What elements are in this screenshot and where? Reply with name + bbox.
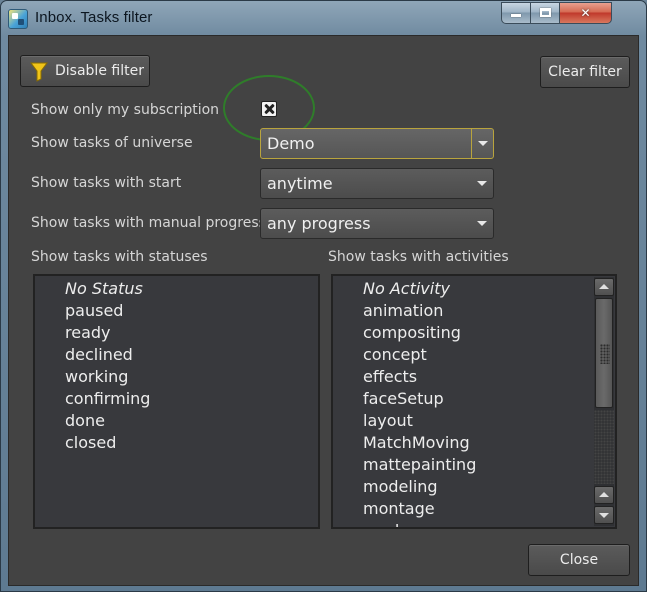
universe-label: Show tasks of universe [31,135,193,151]
scroll-up-icon[interactable] [594,278,614,296]
universe-select[interactable]: Demo [260,128,494,159]
title-bar[interactable]: Inbox. Tasks filter ✕ [1,1,646,35]
scrollbar-track[interactable] [594,410,614,484]
list-item[interactable]: paused [35,300,318,322]
dialog-window: Inbox. Tasks filter ✕ Disable filter Cle… [0,0,647,592]
my-subscription-label: Show only my subscription [31,102,220,118]
list-item[interactable]: faceSetup [333,388,615,410]
list-item[interactable]: declined [35,344,318,366]
scrollbar-thumb[interactable] [595,298,613,408]
list-item[interactable]: animation [333,300,615,322]
chevron-down-icon[interactable] [471,209,493,238]
clear-filter-button[interactable]: Clear filter [540,56,630,88]
close-button[interactable]: Close [528,544,630,576]
window-title: Inbox. Tasks filter [35,9,153,26]
list-item[interactable]: closed [35,432,318,454]
list-item[interactable]: done [35,410,318,432]
maximize-button[interactable] [531,2,560,24]
grip-icon [600,344,610,364]
scroll-down-icon[interactable] [594,506,614,524]
list-item[interactable]: No Status [35,278,318,300]
close-icon: ✕ [580,6,591,20]
minimize-button[interactable] [501,2,531,24]
dialog-body: Disable filter Clear filter Show only my… [8,35,639,586]
activities-list[interactable]: No Activity animation compositing concep… [331,274,617,529]
list-item[interactable]: ready [35,322,318,344]
start-label: Show tasks with start [31,175,182,191]
progress-select[interactable]: any progress [260,208,494,239]
universe-value: Demo [267,134,315,153]
start-value: anytime [267,174,333,193]
disable-filter-button[interactable]: Disable filter [20,55,150,87]
list-item[interactable]: mattepainting [333,454,615,476]
list-item[interactable]: layout [333,410,615,432]
chevron-down-icon[interactable] [471,169,493,198]
app-icon [8,9,28,29]
progress-value: any progress [267,214,371,233]
statuses-list[interactable]: No Status paused ready declined working … [33,274,320,529]
filter-funnel-icon [30,62,48,82]
disable-filter-label: Disable filter [55,63,144,79]
start-select[interactable]: anytime [260,168,494,199]
list-item[interactable]: No Activity [333,278,615,300]
activities-header: Show tasks with activities [328,249,509,265]
window-close-button[interactable]: ✕ [560,2,612,24]
activities-scrollbar[interactable] [594,277,614,526]
list-item[interactable]: confirming [35,388,318,410]
scroll-up-icon[interactable] [594,486,614,504]
list-item[interactable]: modeling [333,476,615,498]
progress-label: Show tasks with manual progress [31,215,266,231]
list-item[interactable]: working [35,366,318,388]
minimize-icon [511,14,521,17]
list-item[interactable]: producers [333,520,615,527]
list-item[interactable]: MatchMoving [333,432,615,454]
list-item[interactable]: effects [333,366,615,388]
list-item[interactable]: compositing [333,322,615,344]
maximize-icon [539,8,551,17]
list-item[interactable]: concept [333,344,615,366]
statuses-header: Show tasks with statuses [31,249,208,265]
chevron-down-icon[interactable] [471,129,493,158]
list-item[interactable]: montage [333,498,615,520]
